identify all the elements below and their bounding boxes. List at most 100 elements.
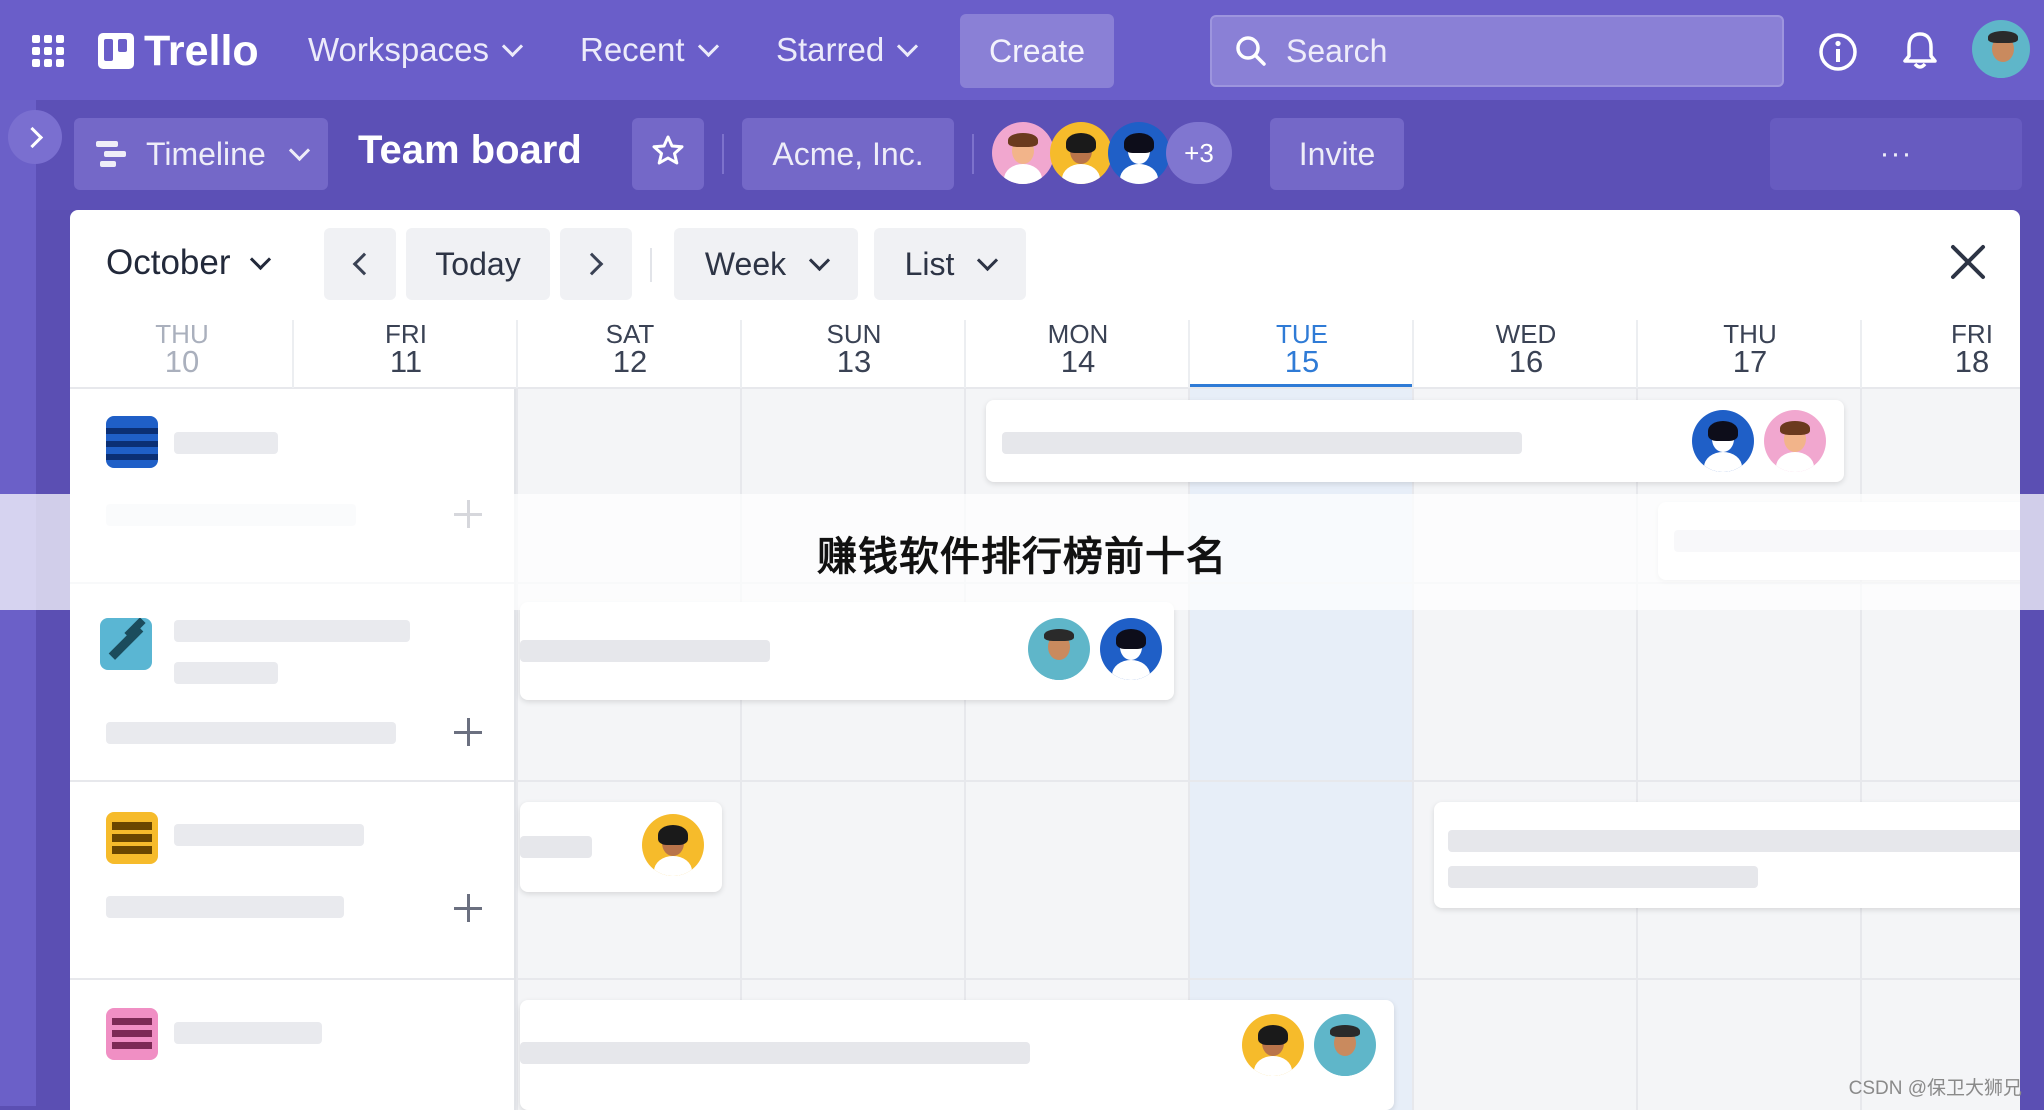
list-subtitle-placeholder <box>106 896 344 918</box>
card-member-avatar[interactable] <box>1100 618 1162 680</box>
chevron-down-icon <box>697 35 719 57</box>
day-number: 18 <box>1954 344 1990 379</box>
list-icon-teal <box>100 618 152 670</box>
month-selector[interactable]: October <box>106 240 271 286</box>
day-number: 14 <box>1060 344 1096 379</box>
day-header: FRI 18 <box>1860 320 2020 379</box>
profile-avatar[interactable] <box>1972 20 2030 78</box>
info-icon[interactable] <box>1818 32 1858 72</box>
card-title-placeholder <box>520 640 770 662</box>
view-switcher[interactable]: Timeline <box>74 118 328 190</box>
create-label: Create <box>988 32 1086 69</box>
timeline-card[interactable] <box>986 400 1844 482</box>
overlay-title: 赚钱软件排行榜前十名 <box>817 535 1227 579</box>
day-number: 13 <box>836 344 872 379</box>
recent-menu[interactable]: Recent <box>580 14 719 86</box>
card-title-placeholder <box>1448 866 1758 888</box>
card-member-avatar[interactable] <box>1692 410 1754 472</box>
workspaces-label: Workspaces <box>308 31 489 68</box>
card-title-placeholder <box>520 1042 1030 1064</box>
timeline-card[interactable] <box>520 802 722 892</box>
day-header: WED 16 <box>1414 320 1638 377</box>
search-input[interactable]: Search <box>1210 15 1784 87</box>
list-icon-yellow <box>106 812 158 864</box>
trello-logo[interactable]: Trello <box>98 27 259 75</box>
list-subtitle-placeholder <box>106 722 396 744</box>
board-members[interactable]: +3 <box>992 122 1242 186</box>
create-button[interactable]: Create <box>960 14 1114 88</box>
chevron-down-icon <box>977 249 999 271</box>
bell-icon[interactable] <box>1900 30 1940 72</box>
day-header: THU 10 <box>70 320 294 379</box>
today-label: Today <box>435 245 521 282</box>
more-icon: ··· <box>1879 137 1913 170</box>
month-label: October <box>106 243 231 282</box>
day-number: 10 <box>164 344 200 379</box>
timeline-card[interactable] <box>1434 802 2020 908</box>
today-button[interactable]: Today <box>406 228 550 300</box>
card-member-avatar[interactable] <box>642 814 704 876</box>
header-col-divider <box>292 320 294 388</box>
add-item-icon[interactable] <box>454 718 482 746</box>
card-title-placeholder <box>1002 432 1522 454</box>
chevron-right-icon <box>21 126 43 148</box>
row-divider <box>70 978 2020 980</box>
workspace-button[interactable]: Acme, Inc. <box>742 118 954 190</box>
more-options-button[interactable]: ··· <box>1770 118 2022 190</box>
starred-menu[interactable]: Starred <box>776 14 919 86</box>
starred-label: Starred <box>776 31 885 68</box>
add-item-icon[interactable] <box>454 894 482 922</box>
star-board-button[interactable] <box>632 118 704 190</box>
divider <box>650 248 652 282</box>
apps-grid-icon[interactable] <box>32 35 64 67</box>
day-number: 17 <box>1732 344 1768 379</box>
day-header: MON 14 <box>966 320 1190 379</box>
timeline-card[interactable] <box>520 602 1174 700</box>
workspace-label: Acme, Inc. <box>772 135 924 172</box>
card-member-avatar[interactable] <box>1028 618 1090 680</box>
timeline-card[interactable] <box>520 1000 1394 1110</box>
card-title-placeholder <box>1448 830 2020 852</box>
watermark: CSDN @保卫大狮兄 <box>1848 1078 2022 1099</box>
board-title[interactable]: Team board <box>358 128 582 173</box>
day-header-today: TUE 15 <box>1190 320 1414 377</box>
chevron-down-icon <box>501 35 524 57</box>
list-icon-blue <box>106 416 158 468</box>
workspaces-menu[interactable]: Workspaces <box>308 14 524 86</box>
chevron-right-icon <box>580 252 604 276</box>
member-avatar[interactable] <box>1108 122 1170 184</box>
chevron-down-icon <box>809 249 831 271</box>
group-dropdown[interactable]: List <box>874 228 1026 300</box>
expand-sidebar-button[interactable] <box>8 110 62 164</box>
card-title-placeholder <box>520 836 592 858</box>
timeline-panel: October Today Week List THU 10 FRI 11 SAT 1… <box>70 210 2020 1110</box>
previous-button[interactable] <box>324 228 396 300</box>
list-icon-pink <box>106 1008 158 1060</box>
trello-logo-icon <box>98 33 134 69</box>
card-member-avatar[interactable] <box>1242 1014 1304 1076</box>
chevron-down-icon <box>249 248 271 270</box>
header-col-divider <box>740 320 742 388</box>
header-col-divider <box>516 320 518 388</box>
invite-button[interactable]: Invite <box>1270 118 1404 190</box>
chevron-down-icon <box>897 35 919 57</box>
members-extra-label: +3 <box>1184 137 1214 168</box>
day-number: 11 <box>389 344 423 379</box>
divider <box>972 134 974 174</box>
card-member-avatar[interactable] <box>1764 410 1826 472</box>
list-title-placeholder <box>174 1022 322 1044</box>
invite-label: Invite <box>1298 135 1376 172</box>
search-placeholder: Search <box>1286 32 1388 69</box>
member-avatar[interactable] <box>992 122 1054 184</box>
card-member-avatar[interactable] <box>1314 1014 1376 1076</box>
member-avatar[interactable] <box>1050 122 1112 184</box>
day-header: SUN 13 <box>742 320 966 379</box>
members-extra-count[interactable]: +3 <box>1166 122 1232 184</box>
star-icon <box>652 134 684 174</box>
header-col-divider <box>1860 320 1862 388</box>
next-button[interactable] <box>560 228 632 300</box>
row-divider <box>70 780 2020 782</box>
close-icon[interactable] <box>1948 242 1988 282</box>
range-dropdown[interactable]: Week <box>674 228 858 300</box>
search-icon <box>1234 34 1268 68</box>
